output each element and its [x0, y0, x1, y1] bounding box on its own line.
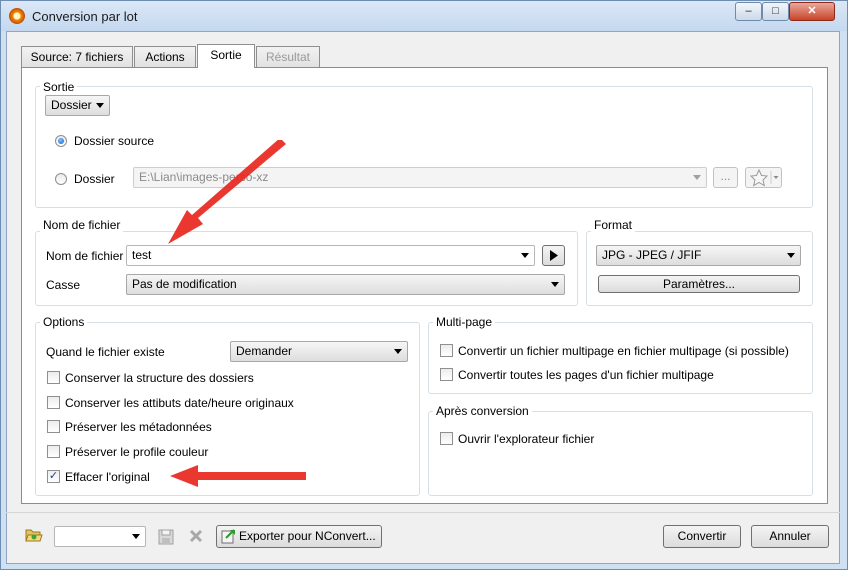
footer-separator [6, 512, 840, 513]
close-button[interactable]: ✕ [789, 2, 835, 21]
favorites-button[interactable] [745, 167, 782, 188]
checkbox-keep-color-profile[interactable] [47, 445, 60, 458]
nconvert-icon [221, 529, 235, 544]
checkbox-delete-original-label: Effacer l'original [65, 470, 150, 484]
minimize-button[interactable]: – [735, 2, 762, 21]
export-nconvert-label: Exporter pour NConvert... [239, 529, 376, 543]
checkbox-open-explorer-label: Ouvrir l'explorateur fichier [458, 432, 595, 446]
case-value: Pas de modification [132, 277, 237, 291]
filename-label: Nom de fichier [46, 249, 124, 263]
save-settings-button[interactable] [158, 529, 174, 545]
checkbox-keep-metadata-label: Préserver les métadonnées [65, 420, 212, 434]
chevron-down-icon [521, 253, 529, 258]
checkbox-multipage-keep[interactable] [440, 344, 453, 357]
cancel-button[interactable]: Annuler [751, 525, 829, 548]
chevron-down-icon [394, 349, 402, 354]
checkbox-keep-date-attributes[interactable] [47, 396, 60, 409]
file-exists-select[interactable]: Demander [230, 341, 408, 362]
group-format [586, 231, 813, 306]
chevron-down-icon [96, 103, 104, 108]
checkbox-delete-original[interactable]: ✓ [47, 470, 60, 483]
favorite-star-icon [749, 168, 779, 187]
output-mode-select[interactable]: Dossier [45, 95, 110, 116]
tab-sortie[interactable]: Sortie [197, 44, 255, 68]
browse-button[interactable]: ... [713, 167, 738, 188]
checkbox-keep-folder-structure[interactable] [47, 371, 60, 384]
folder-path-value: E:\Lian\images-perso-xz [139, 170, 269, 184]
filename-value: test [132, 248, 152, 262]
play-icon [550, 250, 558, 261]
checkbox-keep-folder-structure-label: Conserver la structure des dossiers [65, 371, 254, 385]
chevron-down-icon [132, 534, 140, 539]
parametres-button[interactable]: Paramètres... [598, 275, 800, 293]
checkbox-keep-color-profile-label: Préserver le profile couleur [65, 445, 209, 459]
open-settings-button[interactable] [25, 527, 43, 543]
chevron-down-icon [787, 253, 795, 258]
radio-dossier[interactable] [55, 173, 67, 185]
maximize-button[interactable]: □ [762, 2, 789, 21]
checkbox-multipage-all-pages-label: Convertir toutes les pages d'un fichier … [458, 368, 714, 382]
save-icon [158, 529, 174, 545]
group-options-title: Options [40, 315, 88, 329]
title-bar[interactable]: Conversion par lot – □ ✕ [1, 1, 847, 31]
group-multipage-title: Multi-page [433, 315, 496, 329]
insert-pattern-button[interactable] [542, 245, 565, 266]
checkbox-keep-metadata[interactable] [47, 420, 60, 433]
chevron-down-icon [693, 175, 701, 180]
convert-button[interactable]: Convertir [663, 525, 741, 548]
delete-icon [189, 529, 203, 543]
radio-selected-dot [58, 138, 64, 144]
folder-path-input[interactable]: E:\Lian\images-perso-xz [133, 167, 707, 188]
filename-input[interactable]: test [126, 245, 535, 266]
tab-source[interactable]: Source: 7 fichiers [21, 46, 133, 67]
checkbox-multipage-all-pages[interactable] [440, 368, 453, 381]
file-exists-label: Quand le fichier existe [46, 345, 165, 359]
checkbox-keep-date-attributes-label: Conserver les attibuts date/heure origin… [65, 396, 294, 410]
group-apres-conversion-title: Après conversion [433, 404, 532, 418]
export-nconvert-button[interactable]: Exporter pour NConvert... [216, 525, 382, 548]
case-label: Casse [46, 278, 81, 292]
delete-settings-button[interactable] [188, 528, 204, 544]
radio-dossier-source-label: Dossier source [74, 134, 155, 148]
group-nom-fichier-title: Nom de fichier [40, 218, 124, 232]
group-multipage [428, 322, 813, 394]
app-icon [9, 8, 25, 24]
tab-actions[interactable]: Actions [134, 46, 196, 67]
radio-dossier-label: Dossier [74, 172, 115, 186]
checkbox-multipage-keep-label: Convertir un fichier multipage en fichie… [458, 344, 789, 358]
case-select[interactable]: Pas de modification [126, 274, 565, 295]
group-sortie-title: Sortie [40, 80, 78, 94]
file-exists-value: Demander [236, 344, 293, 358]
checkbox-open-explorer[interactable] [440, 432, 453, 445]
format-value: JPG - JPEG / JFIF [602, 248, 702, 262]
window-title: Conversion par lot [32, 9, 138, 24]
folder-open-icon [25, 529, 43, 542]
format-select[interactable]: JPG - JPEG / JFIF [596, 245, 801, 266]
chevron-down-icon [551, 282, 559, 287]
group-format-title: Format [591, 218, 636, 232]
group-apres-conversion [428, 411, 813, 496]
tab-resultat[interactable]: Résultat [256, 46, 320, 67]
output-mode-value: Dossier [51, 98, 92, 112]
radio-dossier-source[interactable] [55, 135, 67, 147]
settings-preset-select[interactable] [54, 526, 146, 547]
